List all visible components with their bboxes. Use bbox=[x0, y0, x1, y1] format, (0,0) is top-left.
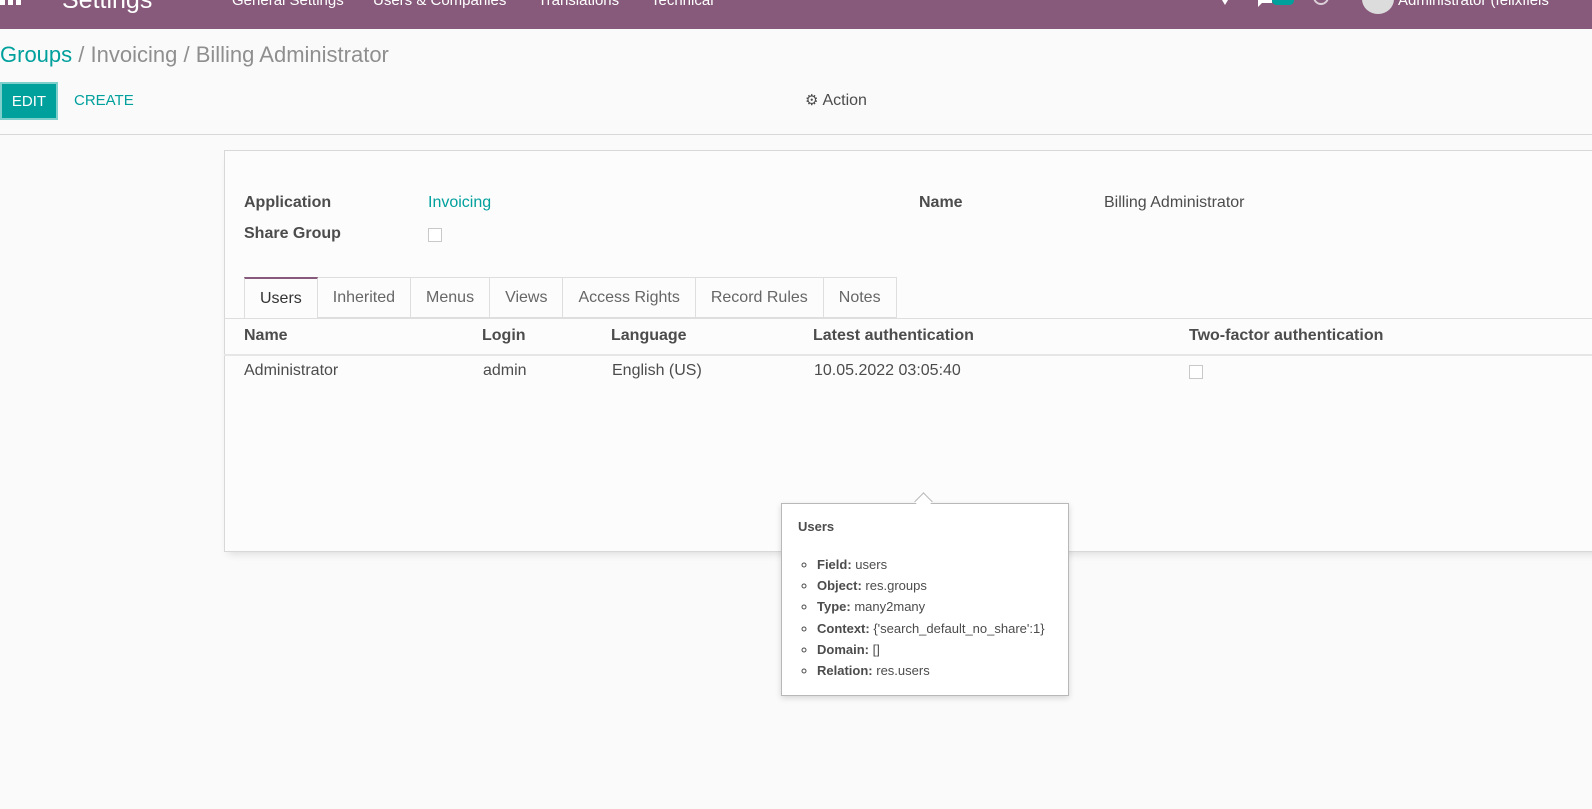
tooltip-details: Field: users Object: res.groups Type: ma… bbox=[798, 554, 1045, 681]
tooltip-value: users bbox=[855, 557, 888, 572]
tabs-divider bbox=[224, 318, 1592, 319]
tooltip-item: Field: users bbox=[817, 554, 1045, 575]
activity-icon[interactable] bbox=[1218, 0, 1236, 8]
column-header-language[interactable]: Language bbox=[611, 327, 687, 345]
tab-inherited[interactable]: Inherited bbox=[317, 277, 412, 318]
clock-icon[interactable] bbox=[1313, 0, 1331, 8]
tooltip-key: Type: bbox=[817, 599, 851, 615]
table-row-name[interactable]: Administrator bbox=[244, 362, 338, 380]
tooltip-item: Relation: res.users bbox=[817, 660, 1045, 681]
notebook-tabs: Users Inherited Menus Views Access Right… bbox=[244, 277, 897, 319]
tooltip-item: Object: res.groups bbox=[817, 575, 1045, 596]
breadcrumb-groups[interactable]: Groups bbox=[0, 42, 72, 67]
column-header-login[interactable]: Login bbox=[482, 327, 526, 345]
tab-users[interactable]: Users bbox=[244, 277, 318, 319]
application-value-link[interactable]: Invoicing bbox=[428, 194, 491, 212]
breadcrumb-separator: / bbox=[177, 42, 196, 67]
control-panel-divider bbox=[0, 134, 1592, 135]
breadcrumb-invoicing: Invoicing bbox=[90, 42, 178, 67]
tooltip-key: Field: bbox=[817, 557, 852, 572]
tooltip-key: Object: bbox=[817, 578, 862, 594]
share-group-label: Share Group bbox=[244, 225, 341, 242]
two-factor-checkbox bbox=[1189, 365, 1203, 379]
tooltip-key: Context: bbox=[817, 620, 870, 636]
table-header-divider bbox=[224, 354, 1592, 356]
user-menu[interactable]: Administrator (felixfiels bbox=[1398, 0, 1549, 9]
user-avatar[interactable] bbox=[1362, 0, 1394, 14]
edit-button[interactable]: EDIT bbox=[0, 82, 58, 120]
menu-translations[interactable]: Translations bbox=[538, 0, 619, 9]
breadcrumb: Groups / Invoicing / Billing Administrat… bbox=[0, 42, 389, 68]
action-label: Action bbox=[822, 92, 867, 109]
table-row-login[interactable]: admin bbox=[483, 362, 527, 380]
tab-record-rules[interactable]: Record Rules bbox=[695, 277, 824, 318]
tooltip-value: res.users bbox=[876, 662, 930, 678]
tab-notes[interactable]: Notes bbox=[823, 277, 897, 318]
column-header-name[interactable]: Name bbox=[244, 327, 288, 345]
tab-menus[interactable]: Menus bbox=[411, 277, 491, 318]
menu-users-companies[interactable]: Users & Companies bbox=[373, 0, 506, 9]
column-header-latest-auth[interactable]: Latest authentication bbox=[813, 327, 974, 345]
tooltip-value: res.groups bbox=[865, 578, 927, 594]
menu-general-settings[interactable]: General Settings bbox=[232, 0, 344, 9]
tooltip-item: Type: many2many bbox=[817, 596, 1045, 617]
tooltip-title: Users bbox=[798, 519, 835, 534]
messages-badge bbox=[1272, 0, 1294, 5]
tooltip-value: [] bbox=[872, 641, 880, 657]
create-button[interactable]: CREATE bbox=[74, 92, 134, 109]
breadcrumb-separator: / bbox=[72, 42, 91, 67]
tab-access-rights[interactable]: Access Rights bbox=[563, 277, 696, 318]
tooltip-key: Relation: bbox=[817, 662, 873, 678]
action-dropdown[interactable]: ⚙ Action bbox=[805, 91, 867, 110]
tooltip-item: Domain: [] bbox=[817, 639, 1045, 660]
apps-grid-icon[interactable] bbox=[0, 0, 22, 7]
gear-icon: ⚙ bbox=[805, 92, 819, 109]
app-brand[interactable]: Settings bbox=[62, 0, 152, 15]
application-label: Application bbox=[244, 194, 332, 211]
menu-technical[interactable]: Technical bbox=[651, 0, 714, 9]
breadcrumb-current: Billing Administrator bbox=[195, 42, 389, 67]
share-group-checkbox[interactable] bbox=[428, 228, 442, 242]
table-row-language[interactable]: English (US) bbox=[612, 362, 702, 380]
tooltip-value: many2many bbox=[854, 599, 926, 615]
top-navbar: Settings General Settings Users & Compan… bbox=[0, 0, 1592, 29]
tab-views[interactable]: Views bbox=[490, 277, 564, 318]
name-label: Name bbox=[919, 194, 963, 211]
tooltip-item: Context: {'search_default_no_share':1} bbox=[817, 618, 1045, 639]
tooltip-key: Domain: bbox=[817, 641, 869, 657]
table-row-latest-auth[interactable]: 10.05.2022 03:05:40 bbox=[814, 362, 961, 380]
name-value: Billing Administrator bbox=[1104, 194, 1245, 211]
field-info-tooltip: Users Field: users Object: res.groups Ty… bbox=[781, 503, 1069, 696]
tooltip-value: {'search_default_no_share':1} bbox=[873, 620, 1045, 636]
column-header-two-factor[interactable]: Two-factor authentication bbox=[1189, 327, 1383, 345]
